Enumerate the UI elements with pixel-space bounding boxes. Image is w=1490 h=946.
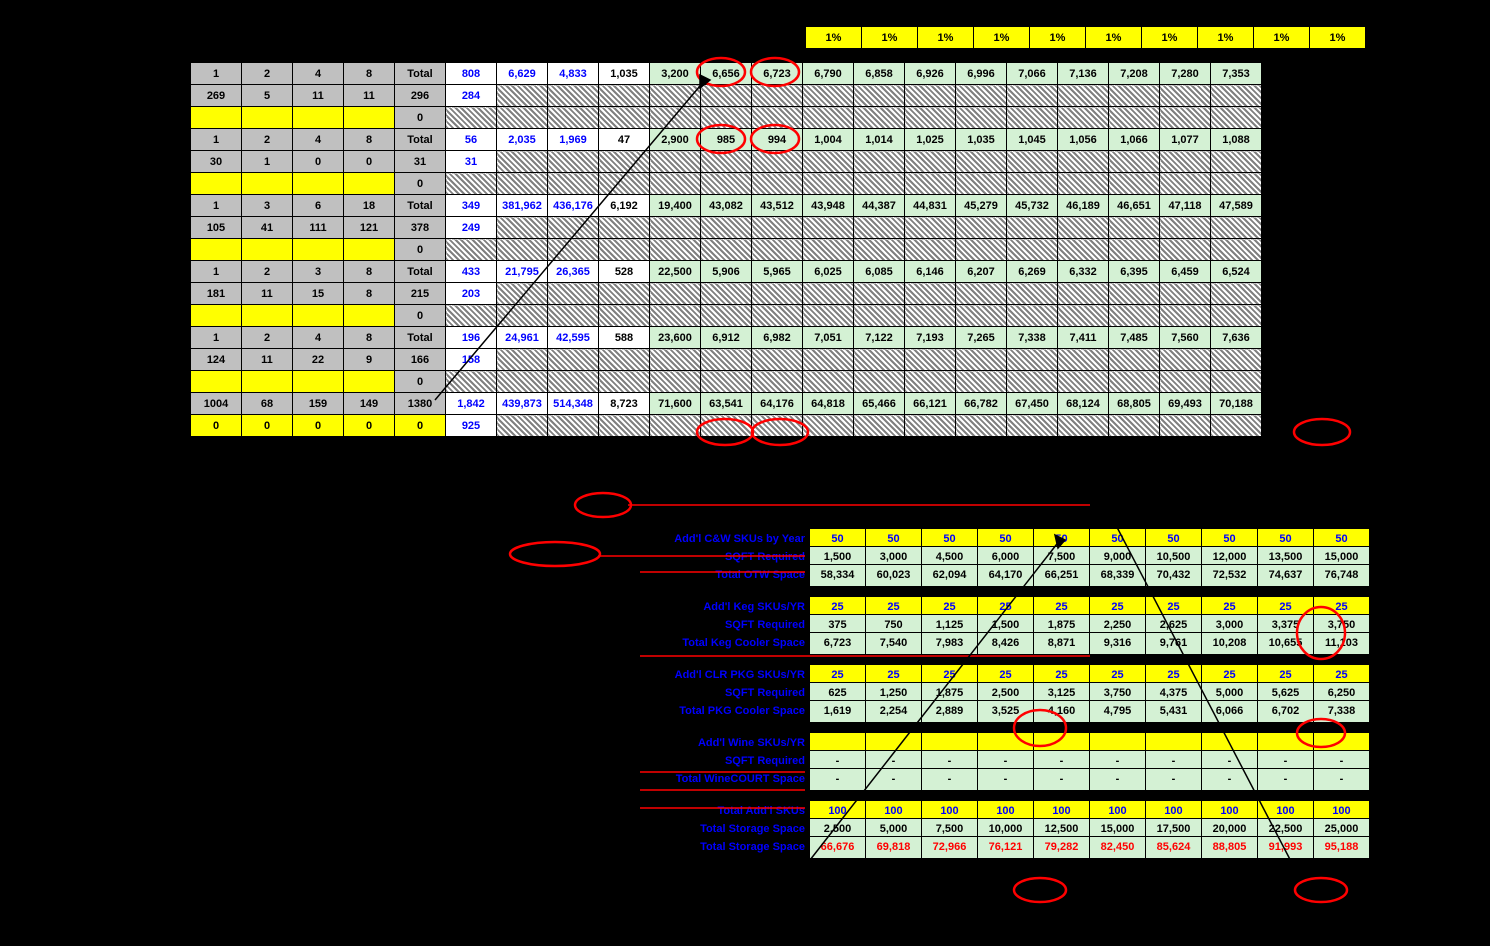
pct-cell: 1% <box>974 27 1030 49</box>
section-label: Add'l CLR PKG SKUs/YR <box>635 669 809 681</box>
pct-cell: 1% <box>862 27 918 49</box>
pct-cell: 1% <box>1086 27 1142 49</box>
pct-cell: 1% <box>1254 27 1310 49</box>
pct-cell: 1% <box>918 27 974 49</box>
pct-cell: 1% <box>806 27 862 49</box>
pct-header: 1%1%1%1%1%1%1%1%1%1% <box>805 26 1366 49</box>
section-label: Total PKG Cooler Space <box>635 705 809 717</box>
section-label: SQFT Required <box>635 687 809 699</box>
section-label: Total Add'l SKUs <box>635 805 809 817</box>
section-label: SQFT Required <box>635 755 809 767</box>
section-label: Add'l C&W SKUs by Year <box>635 533 809 545</box>
section-label: Total OTW Space <box>635 569 809 581</box>
section-label: Add'l Keg SKUs/YR <box>635 601 809 613</box>
section-label: Total Storage Space <box>635 841 809 853</box>
main-table: 1248Total8086,6294,8331,0353,2006,6566,7… <box>190 62 1262 437</box>
section-label: Add'l Wine SKUs/YR <box>635 737 809 749</box>
section-label: Total Storage Space <box>635 823 809 835</box>
section-label: Total WineCOURT Space <box>635 773 809 785</box>
lower-section: Add'l C&W SKUs by Year505050505050505050… <box>635 530 1370 856</box>
pct-cell: 1% <box>1198 27 1254 49</box>
pct-cell: 1% <box>1030 27 1086 49</box>
pct-cell: 1% <box>1142 27 1198 49</box>
section-label: Total Keg Cooler Space <box>635 637 809 649</box>
section-label: SQFT Required <box>635 551 809 563</box>
pct-cell: 1% <box>1310 27 1366 49</box>
section-label: SQFT Required <box>635 619 809 631</box>
